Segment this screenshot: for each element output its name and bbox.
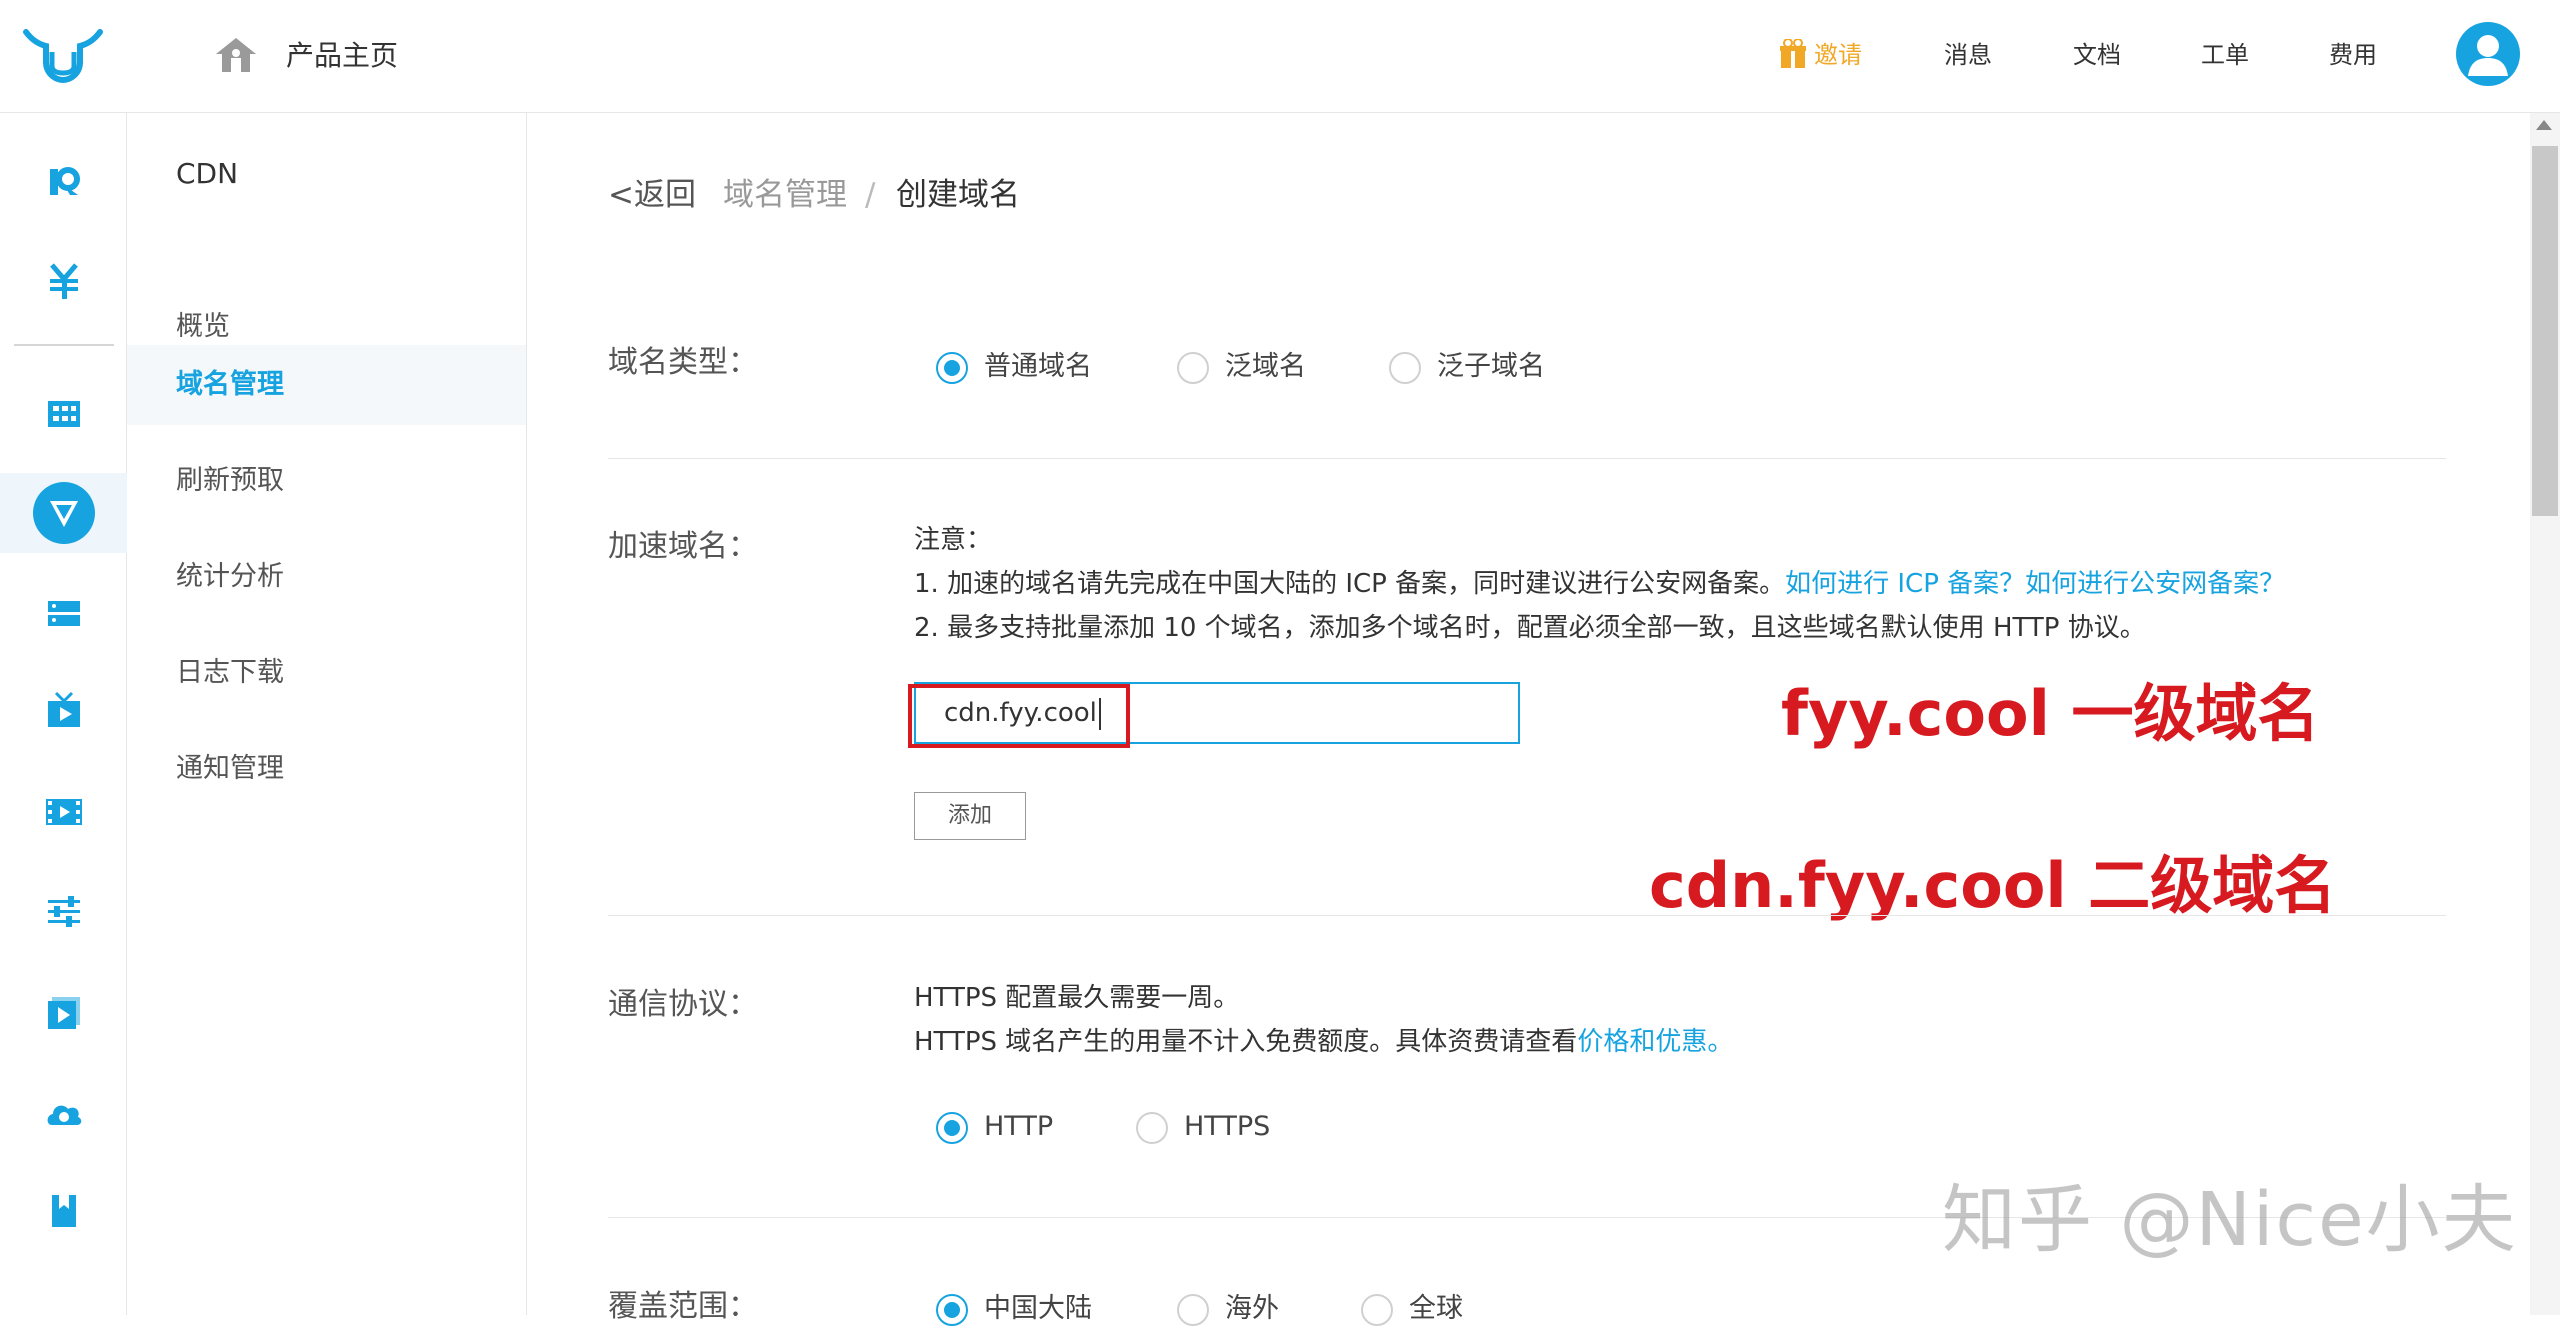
invite-link[interactable]: 邀请 bbox=[1814, 38, 1862, 72]
product-home-link[interactable]: 产品主页 bbox=[286, 36, 398, 76]
divider bbox=[608, 458, 2446, 459]
pricing-link[interactable]: 价格和优惠。 bbox=[1577, 1027, 1733, 1057]
page-title: 创建域名 bbox=[896, 177, 1020, 213]
scroll-up-arrow-icon[interactable] bbox=[2536, 120, 2552, 130]
top-bar: 产品主页 邀请 消息 文档 工单 费用 bbox=[0, 0, 2560, 113]
protocol-note-1: HTTPS 配置最久需要一周。 bbox=[914, 983, 1240, 1013]
menu-item-stats[interactable]: 统计分析 bbox=[127, 537, 526, 617]
chevron-left-icon: < bbox=[608, 177, 634, 213]
note-1-text: 1. 加速的域名请先完成在中国大陆的 ICP 备案，同时建议进行公安网备案。 bbox=[914, 569, 1786, 599]
highlight-box bbox=[908, 684, 1130, 748]
grid-icon bbox=[48, 401, 80, 427]
add-domain-button[interactable]: 添加 bbox=[914, 792, 1026, 840]
note-line-2: 2. 最多支持批量添加 10 个域名，添加多个域名时，配置必须全部一致，且这些域… bbox=[914, 613, 2146, 643]
radio-mainland[interactable]: 中国大陆 bbox=[936, 1291, 1092, 1327]
radio-normal-domain[interactable]: 普通域名 bbox=[936, 349, 1092, 385]
radio-http[interactable]: HTTP bbox=[936, 1109, 1053, 1145]
rail-bookmark[interactable] bbox=[0, 1171, 127, 1251]
note-line-1: 1. 加速的域名请先完成在中国大陆的 ICP 备案，同时建议进行公安网备案。如何… bbox=[914, 565, 2285, 603]
rail-server[interactable] bbox=[0, 573, 127, 653]
server-icon bbox=[48, 601, 80, 626]
radio-wildcard-domain[interactable]: 泛域名 bbox=[1177, 349, 1306, 385]
cdn-submenu: CDN 概览 域名管理 刷新预取 统计分析 日志下载 通知管理 bbox=[127, 113, 527, 1315]
rail-video[interactable] bbox=[0, 771, 127, 851]
rail-player[interactable] bbox=[0, 973, 127, 1053]
rail-dashboard[interactable] bbox=[0, 373, 127, 453]
radio-https[interactable]: HTTPS bbox=[1136, 1109, 1270, 1145]
back-label: 返回 bbox=[633, 177, 696, 213]
radio-overseas[interactable]: 海外 bbox=[1177, 1291, 1279, 1327]
player-icon bbox=[48, 997, 80, 1029]
user-avatar[interactable] bbox=[2456, 22, 2520, 86]
rail-live[interactable] bbox=[0, 671, 127, 751]
product-rail bbox=[0, 113, 127, 1315]
watermark: 知乎 @Nice小夫 bbox=[1942, 1177, 2518, 1263]
rail-settings[interactable] bbox=[0, 871, 127, 951]
protocol-note-2-text: HTTPS 域名产生的用量不计入免费额度。具体资费请查看 bbox=[914, 1027, 1578, 1057]
gift-icon bbox=[1780, 39, 1806, 68]
radio-global[interactable]: 全球 bbox=[1361, 1291, 1463, 1327]
rail-billing[interactable] bbox=[0, 241, 127, 321]
kodo-icon bbox=[50, 167, 80, 195]
breadcrumb-parent[interactable]: 域名管理 bbox=[723, 173, 847, 217]
user-icon bbox=[2468, 35, 2508, 76]
menu-item-refresh[interactable]: 刷新预取 bbox=[127, 441, 526, 521]
submenu-title: CDN bbox=[176, 157, 239, 190]
rail-cdn[interactable] bbox=[0, 473, 127, 553]
breadcrumb-separator: / bbox=[865, 177, 876, 213]
back-button[interactable]: <返回 bbox=[608, 173, 696, 217]
yuan-icon bbox=[50, 263, 78, 299]
accel-domain-label: 加速域名： bbox=[608, 529, 758, 564]
divider bbox=[608, 915, 2446, 916]
cdn-icon bbox=[33, 482, 95, 544]
rail-divider bbox=[14, 344, 114, 346]
sliders-icon bbox=[48, 896, 80, 927]
messages-link[interactable]: 消息 bbox=[1944, 38, 1992, 72]
menu-item-domains[interactable]: 域名管理 bbox=[127, 345, 526, 425]
annotation-first-level: fyy.cool 一级域名 bbox=[1781, 677, 2320, 750]
radio-wildcard-sub-domain[interactable]: 泛子域名 bbox=[1389, 349, 1545, 385]
coverage-label: 覆盖范围： bbox=[608, 1289, 758, 1324]
video-icon bbox=[46, 799, 82, 825]
brand-logo-icon[interactable] bbox=[22, 26, 104, 84]
rail-kodo[interactable] bbox=[0, 141, 127, 221]
domain-type-label: 域名类型： bbox=[608, 345, 758, 380]
bookmark-icon bbox=[52, 1195, 76, 1227]
tickets-link[interactable]: 工单 bbox=[2201, 38, 2249, 72]
menu-item-notify[interactable]: 通知管理 bbox=[127, 729, 526, 809]
rail-cloud[interactable] bbox=[0, 1073, 127, 1153]
note-title: 注意： bbox=[914, 525, 993, 555]
docs-link[interactable]: 文档 bbox=[2073, 38, 2121, 72]
live-icon bbox=[48, 691, 80, 727]
icp-help-link[interactable]: 如何进行 ICP 备案？如何进行公安网备案？ bbox=[1785, 569, 2285, 599]
main-content: <返回 域名管理 / 创建域名 域名类型： 普通域名 泛域名 泛子域名 加速域名… bbox=[528, 113, 2518, 1326]
billing-link[interactable]: 费用 bbox=[2329, 38, 2377, 72]
menu-item-logs[interactable]: 日志下载 bbox=[127, 633, 526, 713]
cloud-icon bbox=[47, 1105, 82, 1125]
home-icon[interactable] bbox=[214, 36, 258, 74]
annotation-second-level: cdn.fyy.cool 二级域名 bbox=[1649, 849, 2337, 922]
scrollbar-thumb[interactable] bbox=[2532, 146, 2558, 516]
protocol-label: 通信协议： bbox=[608, 987, 758, 1022]
protocol-note-2: HTTPS 域名产生的用量不计入免费额度。具体资费请查看价格和优惠。 bbox=[914, 1023, 1733, 1061]
